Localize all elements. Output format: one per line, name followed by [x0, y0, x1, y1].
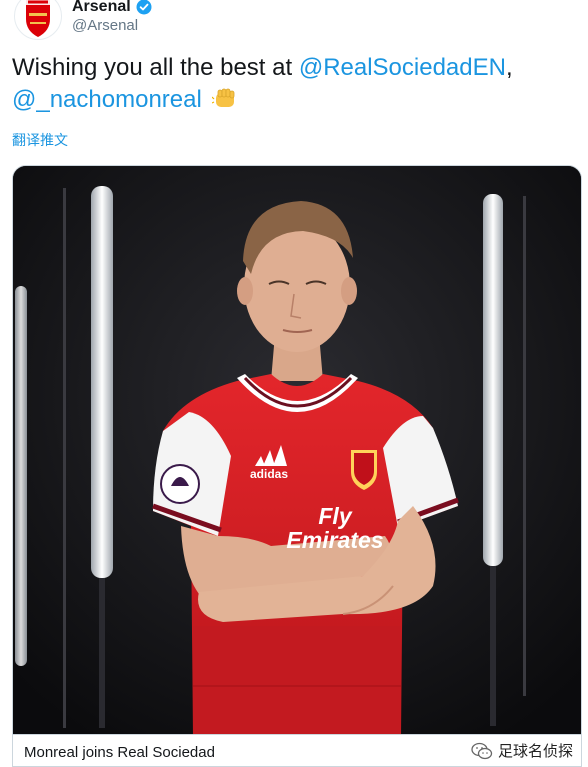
jersey-sponsor-text: Fly Emirates	[286, 503, 384, 553]
translate-tweet-link[interactable]: 翻译推文	[12, 130, 68, 150]
watermark-text: 足球名侦探	[497, 743, 573, 760]
player-photo[interactable]	[13, 166, 581, 738]
jersey-brand-text: adidas	[250, 467, 289, 481]
arsenal-crest-icon	[26, 0, 50, 37]
watermark: 足球名侦探	[471, 740, 573, 761]
media-caption: Monreal joins Real Sociedad	[24, 744, 215, 761]
tweet-separator: ,	[505, 54, 513, 81]
mention-real-sociedad[interactable]: @RealSociedadEN	[299, 54, 506, 81]
fist-bump-emoji-icon	[212, 88, 235, 107]
account-handle[interactable]: @Arsenal	[72, 17, 138, 34]
name-row: Arsenal	[72, 0, 152, 16]
wechat-icon	[471, 742, 493, 759]
media-card[interactable]: adidas Fly Emirates Monreal joins Real S…	[12, 165, 582, 767]
tweet-text: Wishing you all the best at @RealSocieda…	[12, 52, 572, 116]
verified-badge-icon	[136, 0, 152, 15]
tweet-header: Arsenal @Arsenal	[0, 0, 588, 45]
avatar[interactable]	[14, 0, 62, 40]
mention-nacho-monreal[interactable]: @_nachomonreal	[12, 86, 202, 113]
caption-bar: Monreal joins Real Sociedad 足球名侦探	[13, 734, 581, 766]
tweet-text-prefix: Wishing you all the best at	[12, 54, 299, 81]
display-name[interactable]: Arsenal	[72, 0, 131, 16]
